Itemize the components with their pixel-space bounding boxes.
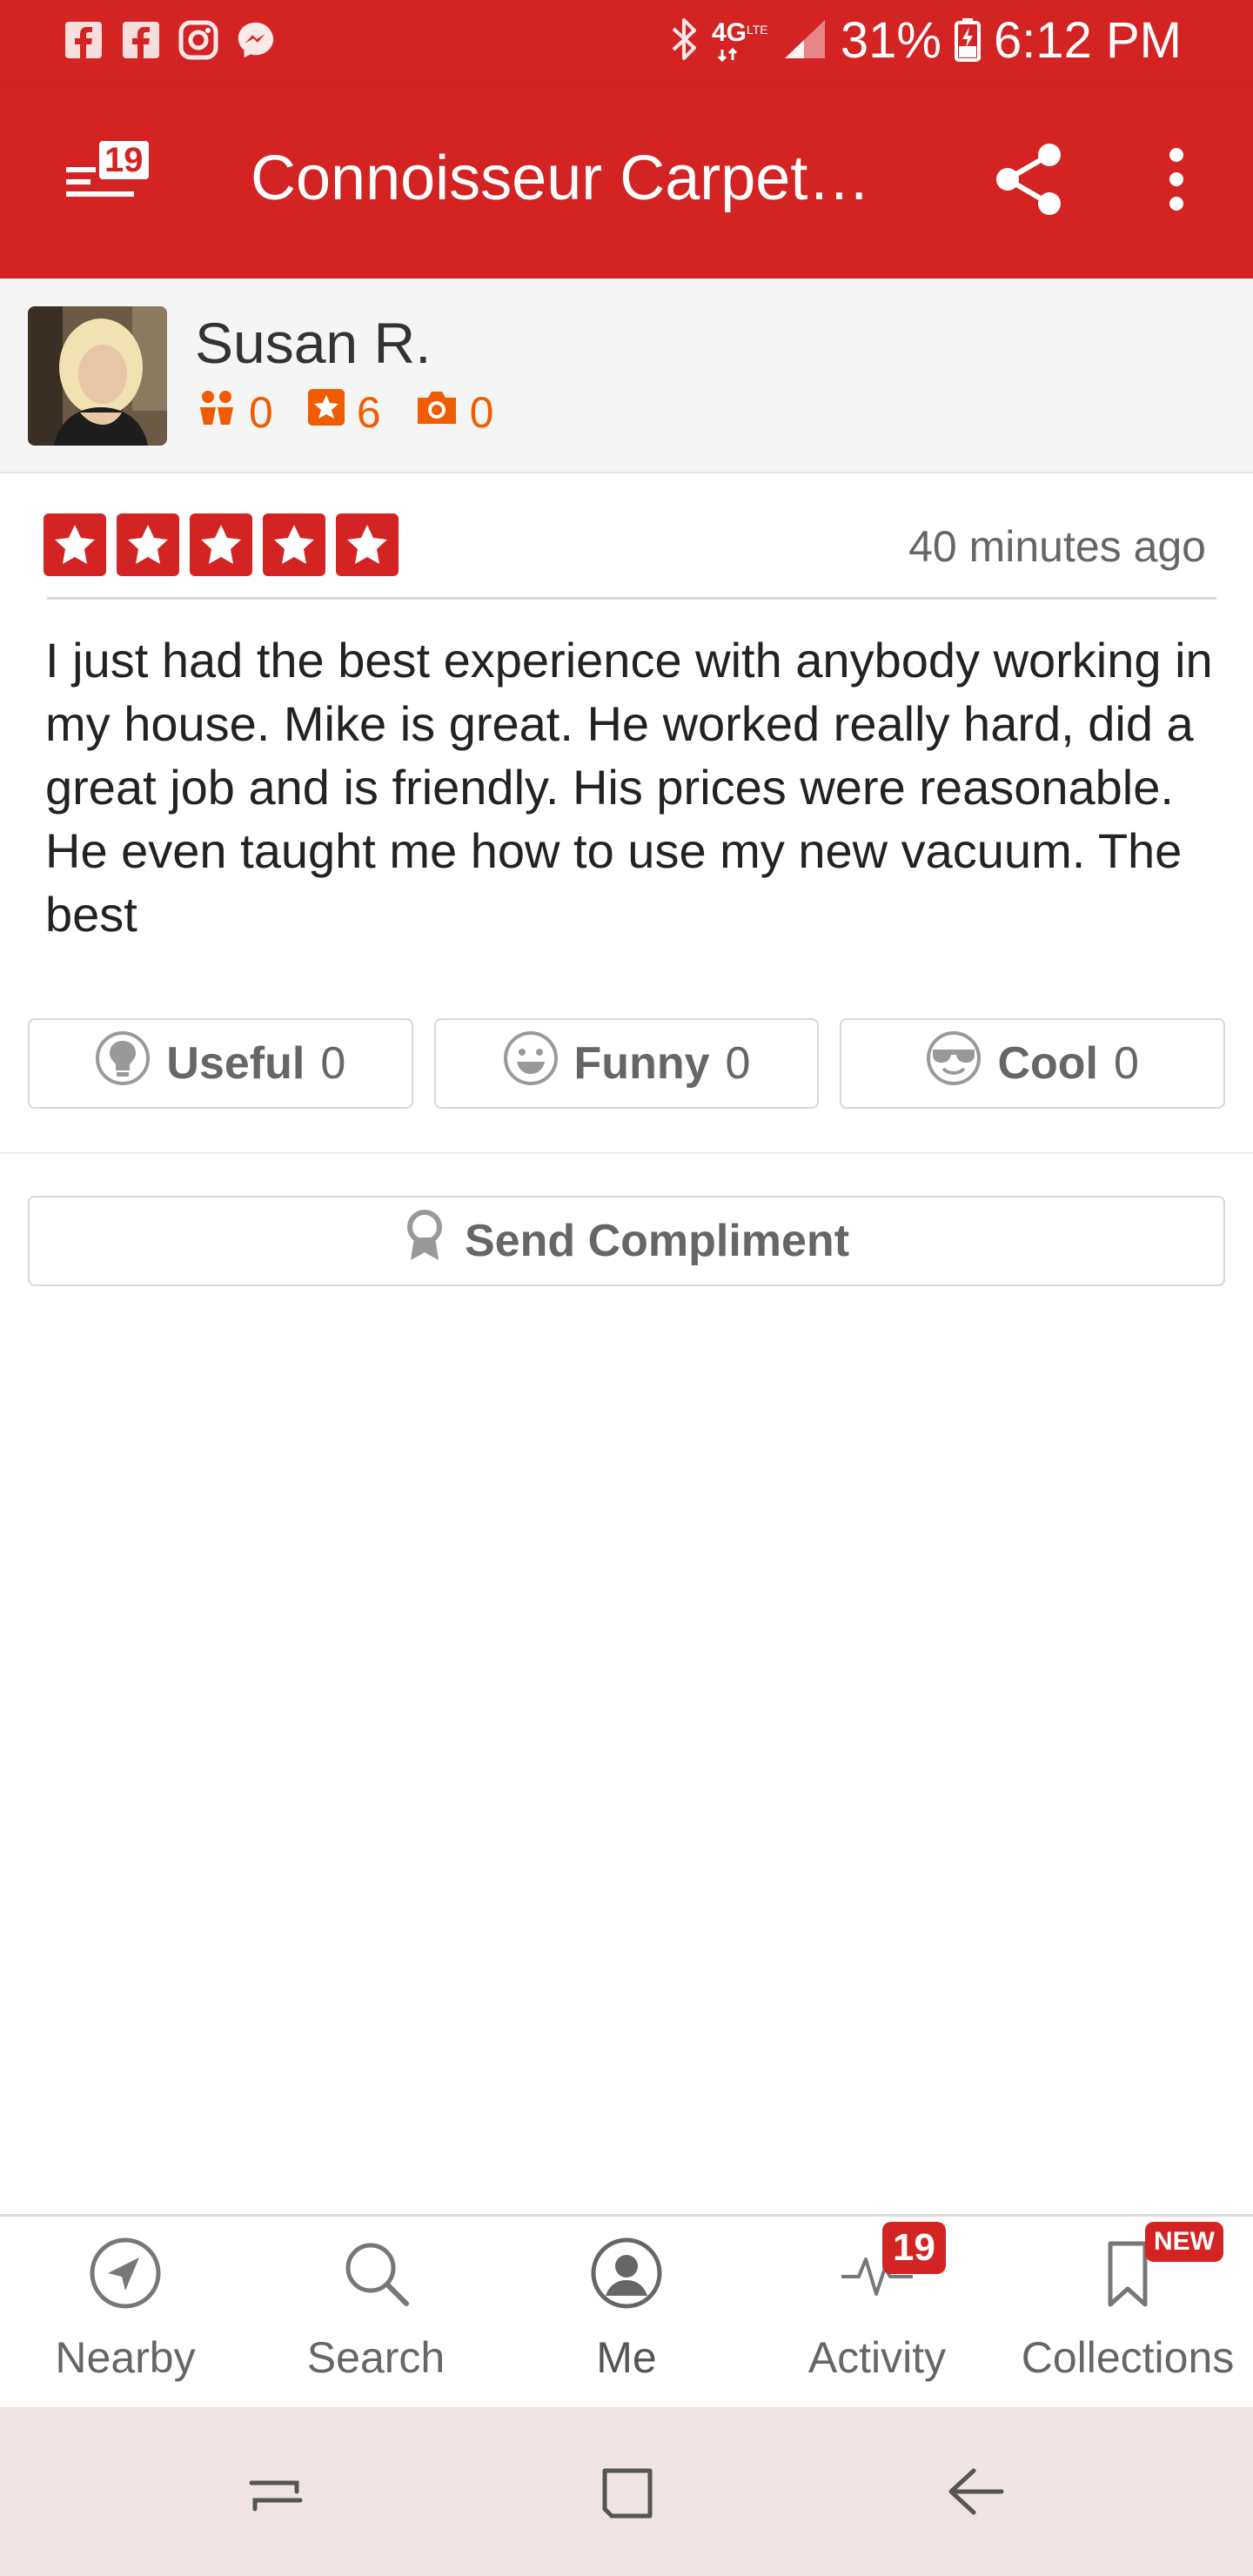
sunglasses-icon	[926, 1030, 982, 1097]
star-icon	[117, 513, 179, 576]
lightbulb-icon	[95, 1030, 151, 1097]
vote-buttons: Useful 0 Funny 0 Cool 0	[28, 1018, 1226, 1109]
friends-stat: 0	[195, 385, 273, 439]
useful-button[interactable]: Useful 0	[28, 1018, 413, 1109]
activity-badge: 19	[882, 2222, 946, 2274]
photos-stat: 0	[414, 386, 494, 439]
star-rating	[44, 513, 399, 576]
divider	[0, 1152, 1253, 1154]
star-icon	[44, 513, 106, 576]
friends-count: 0	[249, 387, 273, 437]
reviewer-name[interactable]: Susan R.	[195, 308, 431, 378]
review-timestamp: 40 minutes ago	[908, 522, 1206, 571]
star-icon	[190, 513, 252, 576]
app-bar: 19 Connoisseur Carpet…	[0, 82, 1253, 278]
cool-label: Cool	[997, 1038, 1098, 1089]
friends-icon	[195, 385, 238, 439]
nav-nearby-label: Nearby	[55, 2333, 196, 2382]
nav-activity-label: Activity	[807, 2333, 947, 2382]
messenger-icon	[235, 19, 277, 61]
nav-me[interactable]: Me	[501, 2217, 752, 2407]
nav-collections-label: Collections	[1021, 2333, 1235, 2382]
more-options-icon[interactable]	[1142, 138, 1211, 221]
star-icon	[263, 513, 325, 576]
nav-search[interactable]: Search	[251, 2217, 501, 2407]
useful-count: 0	[320, 1038, 346, 1089]
recent-apps-icon[interactable]	[237, 2452, 315, 2531]
reviews-count: 6	[356, 387, 381, 437]
reviewer-stats: 0 6 0	[195, 385, 493, 439]
nav-collections[interactable]: Collections NEW	[1002, 2217, 1253, 2407]
battery-icon	[954, 15, 982, 68]
bluetooth-icon	[668, 15, 700, 68]
facebook-icon	[120, 19, 162, 61]
system-navigation-bar	[0, 2407, 1253, 2576]
battery-percent: 31%	[840, 12, 941, 69]
divider	[47, 597, 1216, 600]
photos-count: 0	[469, 387, 494, 437]
star-icon	[336, 513, 399, 576]
facebook-icon	[63, 19, 104, 61]
svg-text:LTE: LTE	[747, 23, 768, 37]
send-compliment-label: Send Compliment	[464, 1216, 850, 1266]
cool-button[interactable]: Cool 0	[840, 1018, 1226, 1109]
nav-nearby[interactable]: Nearby	[0, 2217, 251, 2407]
award-ribbon-icon	[404, 1208, 446, 1275]
review-star-icon	[306, 386, 346, 439]
search-icon	[337, 2234, 415, 2312]
funny-count: 0	[725, 1038, 751, 1089]
back-icon[interactable]	[936, 2452, 1015, 2531]
funny-button[interactable]: Funny 0	[433, 1018, 820, 1109]
clock: 6:12 PM	[994, 12, 1182, 69]
home-icon[interactable]	[588, 2452, 667, 2531]
profile-icon	[587, 2234, 666, 2312]
business-title: Connoisseur Carpet…	[251, 144, 871, 213]
nav-me-label: Me	[596, 2333, 657, 2382]
share-icon[interactable]	[987, 138, 1070, 221]
activity-menu-button[interactable]: 19	[61, 132, 165, 219]
avatar[interactable]	[28, 306, 167, 446]
smiley-icon	[503, 1030, 559, 1097]
camera-icon	[414, 386, 459, 439]
svg-text:4G: 4G	[712, 18, 747, 47]
reviews-stat: 6	[306, 386, 381, 439]
funny-label: Funny	[573, 1038, 710, 1089]
useful-label: Useful	[166, 1038, 305, 1089]
cool-count: 0	[1113, 1038, 1139, 1089]
nav-activity[interactable]: Activity 19	[752, 2217, 1002, 2407]
instagram-icon	[178, 19, 219, 61]
compass-icon	[86, 2234, 164, 2312]
signal-icon	[781, 15, 828, 68]
bottom-navigation: Nearby Search Me Activity 19 Collections…	[0, 2214, 1253, 2407]
notification-count-badge: 19	[99, 141, 149, 179]
new-badge: NEW	[1145, 2222, 1223, 2262]
network-4g-icon: 4G LTE	[712, 15, 769, 68]
nav-search-label: Search	[306, 2333, 446, 2382]
review-text: I just had the best experience with anyb…	[45, 633, 1213, 942]
status-bar: 4G LTE 31% 6:12 PM	[0, 0, 1253, 82]
reviewer-header[interactable]: Susan R. 0 6 0	[0, 278, 1253, 473]
send-compliment-button[interactable]: Send Compliment	[28, 1196, 1225, 1286]
